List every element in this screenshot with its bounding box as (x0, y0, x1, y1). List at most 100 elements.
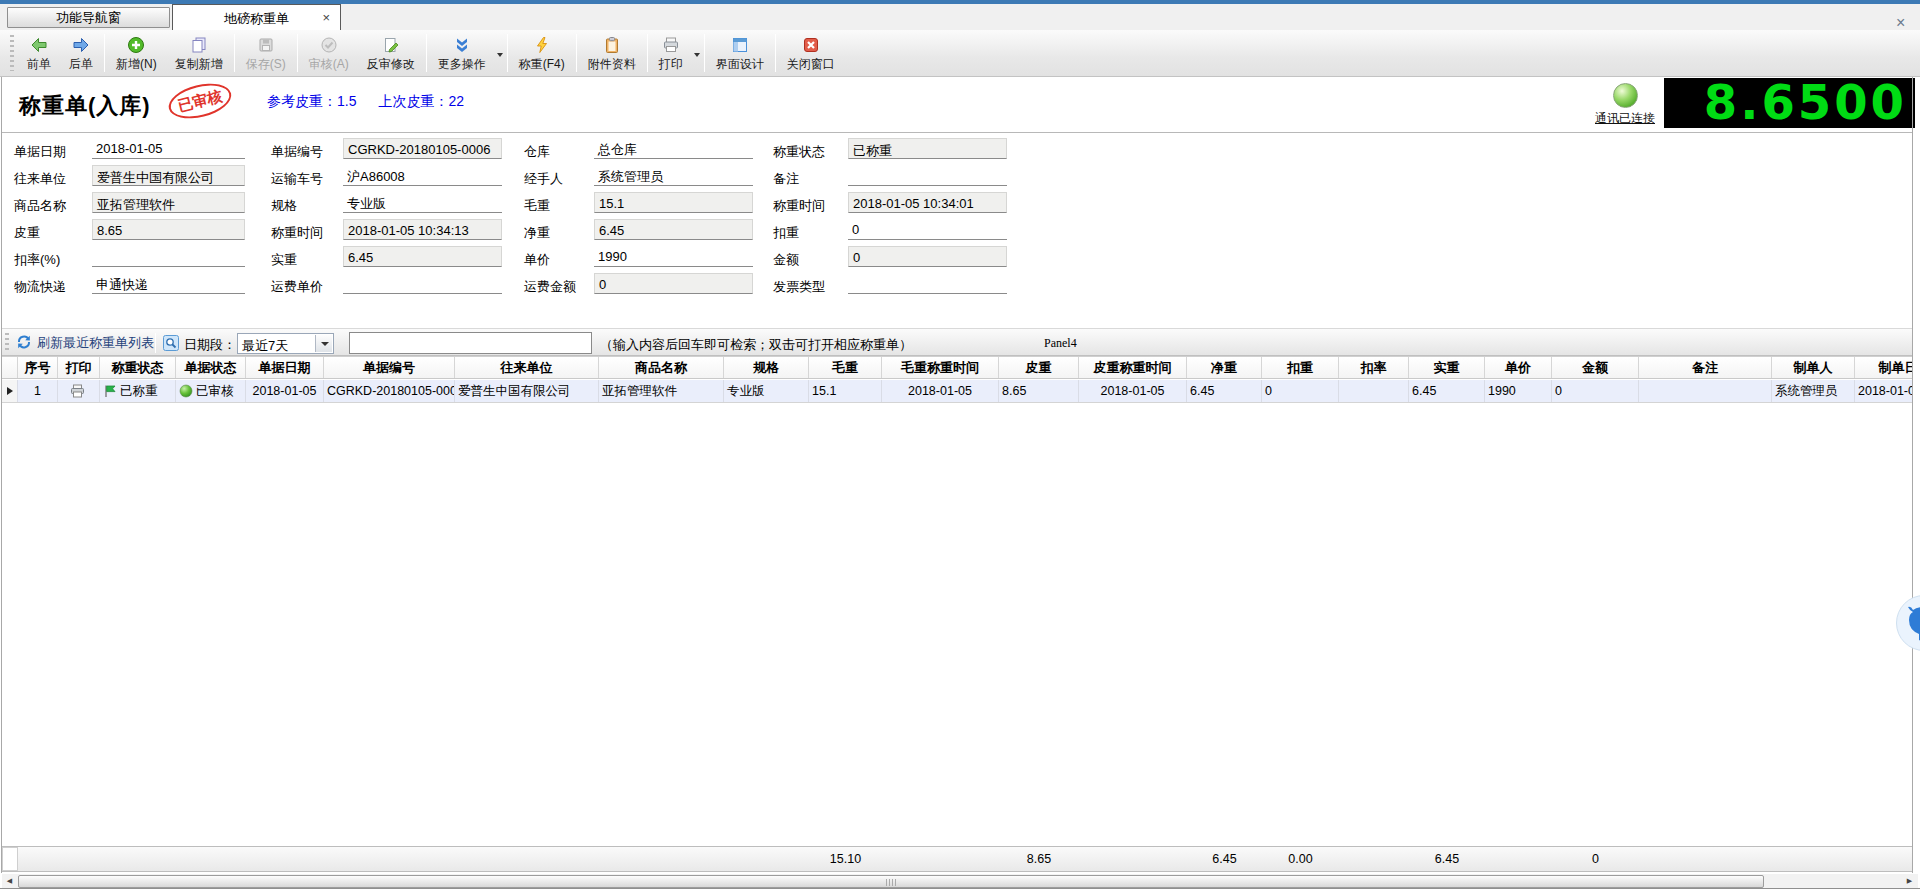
column-header-扣重[interactable]: 扣重 (1262, 357, 1339, 378)
form-label: 称重时间 (773, 197, 825, 215)
approved-stamp: 已审核 (165, 78, 235, 125)
toolbar-separator (104, 34, 105, 72)
summary-商品名称 (599, 847, 724, 871)
toolbar-button-关闭窗口[interactable]: 关闭窗口 (778, 31, 844, 75)
column-header-序号[interactable]: 序号 (18, 357, 58, 378)
column-header-打印[interactable]: 打印 (58, 357, 100, 378)
save-icon (257, 34, 275, 54)
scrollbar-thumb[interactable] (18, 875, 1764, 888)
comm-connected-icon (1613, 83, 1638, 108)
add-icon (127, 34, 145, 54)
form-field[interactable]: 已称重 (848, 138, 1007, 159)
column-header-制单人[interactable]: 制单人 (1772, 357, 1855, 378)
column-header-单据编号[interactable]: 单据编号 (324, 357, 455, 378)
toolbar-button-前单[interactable]: 前单 (18, 31, 60, 75)
row-marker-icon (7, 387, 13, 395)
column-header-净重[interactable]: 净重 (1187, 357, 1262, 378)
summary-制单日期 (1855, 847, 1920, 871)
tab-nav-window[interactable]: 功能导航窗 (7, 7, 170, 28)
refresh-list-button[interactable]: 刷新最近称重单列表 (16, 332, 154, 354)
column-header-金额[interactable]: 金额 (1552, 357, 1639, 378)
column-header-实重[interactable]: 实重 (1409, 357, 1485, 378)
date-range-select[interactable]: 最近7天 (237, 333, 334, 354)
column-header-往来单位[interactable]: 往来单位 (455, 357, 599, 378)
toolbar-button-复制新增[interactable]: 复制新增 (166, 31, 232, 75)
grid-summary-row: 15.108.656.450.006.450 (2, 846, 1912, 872)
cell-备注 (1639, 380, 1772, 402)
copy-icon (190, 34, 208, 54)
refresh-label: 刷新最近称重单列表 (37, 334, 154, 352)
toolbar-button-反审修改[interactable]: 反审修改 (358, 31, 424, 75)
form-field[interactable]: 0 (848, 246, 1007, 267)
search-input[interactable] (349, 332, 592, 354)
toolbar-grip[interactable] (10, 35, 14, 71)
cell-皮重称重时间: 2018-01-05 (1079, 380, 1187, 402)
printer-icon[interactable] (70, 384, 85, 398)
column-header-单据状态[interactable]: 单据状态 (176, 357, 246, 378)
summary-单据状态 (176, 847, 246, 871)
cell-净重: 6.45 (1187, 380, 1262, 402)
toolbar-button-保存(S)[interactable]: 保存(S) (237, 31, 295, 75)
column-header-单价[interactable]: 单价 (1485, 357, 1552, 378)
column-header-扣率[interactable]: 扣率 (1339, 357, 1409, 378)
grid-header-row: 序号打印称重状态单据状态单据日期单据编号往来单位商品名称规格毛重毛重称重时间皮重… (2, 356, 1912, 379)
assistant-icon (1905, 604, 1920, 644)
summary-corner-cell (2, 847, 18, 871)
summary-实重: 6.45 (1409, 847, 1485, 871)
column-header-皮重称重时间[interactable]: 皮重称重时间 (1079, 357, 1187, 378)
column-header-皮重[interactable]: 皮重 (999, 357, 1079, 378)
form-field[interactable] (848, 273, 1007, 294)
more-icon (453, 34, 471, 54)
toolbar-separator (426, 34, 427, 72)
toolbar-button-更多操作[interactable]: 更多操作 (429, 31, 495, 75)
column-header-单据日期[interactable]: 单据日期 (246, 357, 324, 378)
column-header-制单日期[interactable]: 制单日期 (1855, 357, 1912, 378)
dropdown-arrow-icon[interactable] (497, 53, 503, 57)
column-header-毛重称重时间[interactable]: 毛重称重时间 (882, 357, 999, 378)
tab-bar: 功能导航窗 地磅称重单 × (0, 4, 1920, 30)
window-border-right (1912, 77, 1913, 873)
toolbar-button-附件资料[interactable]: 附件资料 (579, 31, 645, 75)
sphere-icon (179, 384, 193, 398)
horizontal-scrollbar[interactable]: ◀ ▶ (2, 874, 1918, 888)
ref-tare-label: 参考皮重：1.5 (267, 93, 356, 109)
scroll-left-icon[interactable]: ◀ (2, 874, 17, 888)
print-icon (662, 34, 680, 54)
panel-grip[interactable] (5, 333, 9, 353)
column-header-商品名称[interactable]: 商品名称 (599, 357, 724, 378)
dropdown-arrow-icon[interactable] (315, 335, 332, 352)
column-header-备注[interactable]: 备注 (1639, 357, 1772, 378)
cell-单据状态: 已审核 (176, 380, 246, 402)
column-header-规格[interactable]: 规格 (724, 357, 809, 378)
toolbar-button-新增(N)[interactable]: 新增(N) (107, 31, 166, 75)
weight-led-display: 8.6500 (1664, 78, 1915, 128)
dropdown-arrow-icon[interactable] (694, 53, 700, 57)
comm-status: 通讯已连接 (1588, 79, 1662, 127)
toolbar-button-审核(A)[interactable]: 审核(A) (300, 31, 358, 75)
form-label: 金额 (773, 251, 799, 269)
form-field[interactable]: 0 (848, 219, 1007, 240)
summary-单价 (1485, 847, 1552, 871)
row-marker (2, 380, 18, 402)
column-header-毛重[interactable]: 毛重 (809, 357, 882, 378)
date-range-value: 最近7天 (242, 337, 288, 355)
grid-data-row[interactable]: 1已称重已审核2018-01-05CGRKD-20180105-0006爱普生中… (2, 380, 1912, 403)
tab-close-icon[interactable]: × (322, 10, 330, 25)
form-field[interactable] (848, 165, 1007, 186)
tab-weighbridge[interactable]: 地磅称重单 × (172, 4, 341, 30)
summary-毛重: 15.10 (809, 847, 882, 871)
column-header-称重状态[interactable]: 称重状态 (100, 357, 176, 378)
toolbar-button-界面设计[interactable]: 界面设计 (707, 31, 773, 75)
title-strip: 称重单(入库) 已审核 参考皮重：1.5上次皮重：22 通讯已连接 8.6500 (2, 77, 1912, 133)
scroll-right-icon[interactable]: ▶ (1902, 874, 1917, 888)
toolbar-button-打印[interactable]: 打印 (650, 31, 692, 75)
toolbar-separator (507, 34, 508, 72)
form-field[interactable]: 2018-01-05 10:34:01 (848, 192, 1007, 213)
date-filter-icon (163, 335, 179, 355)
toolbar-separator (297, 34, 298, 72)
search-hint: （输入内容后回车即可检索；双击可打开相应称重单） (600, 336, 912, 354)
summary-毛重称重时间 (882, 847, 999, 871)
toolbar-button-称重(F4)[interactable]: 称重(F4) (510, 31, 574, 75)
toolbar-button-后单[interactable]: 后单 (60, 31, 102, 75)
window-border-left (1, 77, 2, 873)
